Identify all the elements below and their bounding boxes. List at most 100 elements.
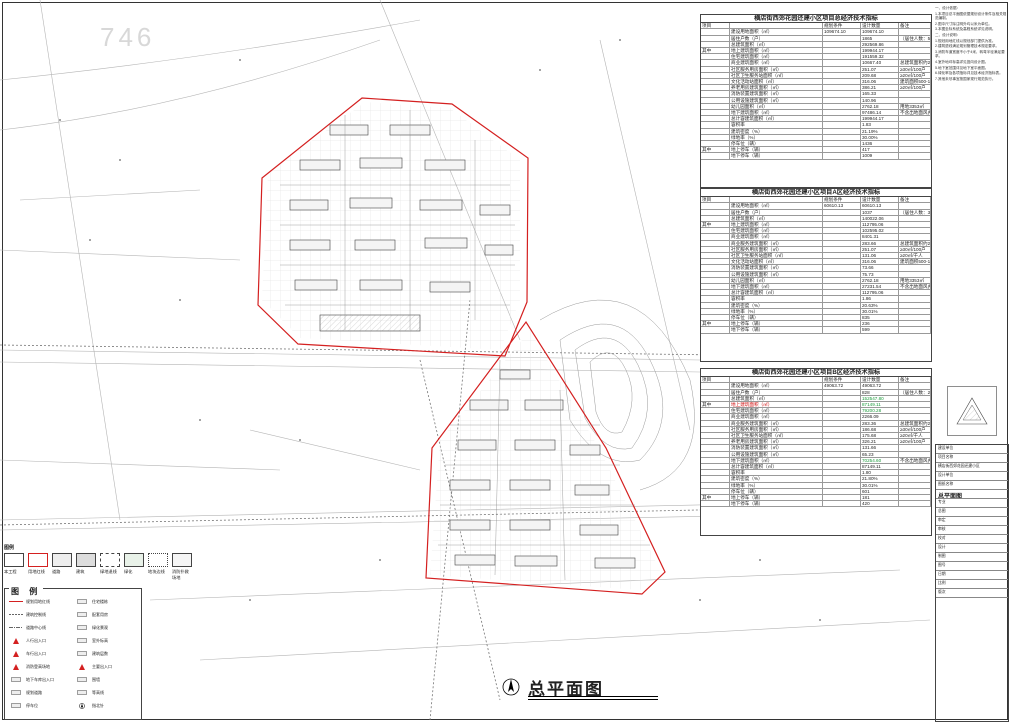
legend-item-label: 等高线 xyxy=(92,689,104,695)
table-cell xyxy=(701,79,730,85)
table-rows: 建设用地面积（㎡） 109674.10 109674.10 居住户数（户） 1865 （居… xyxy=(701,29,931,160)
table-cell: 其中 xyxy=(701,321,730,327)
table-cell xyxy=(701,482,730,488)
table-cell xyxy=(823,259,861,265)
table-cell: 181 xyxy=(861,495,899,501)
table-cell: 用地3353㎡ xyxy=(899,103,931,110)
table-cell xyxy=(823,321,861,327)
table-cell: 21.80% xyxy=(861,476,899,482)
table-cell xyxy=(701,445,730,451)
table-cell: 97486.14 xyxy=(861,110,899,116)
table-cell: 835 xyxy=(861,315,899,321)
table-cell xyxy=(899,321,931,327)
legend-label: 绿化 xyxy=(124,569,133,574)
table-cell: 其中 xyxy=(701,222,730,228)
table-cell: 总建筑面积（㎡） xyxy=(730,41,823,48)
table-cell xyxy=(701,265,730,271)
legend-symbol-icon xyxy=(75,663,89,670)
table-cell: 1037 xyxy=(861,209,899,215)
table-cell: 绿地率（%） xyxy=(730,134,823,141)
table-cell: 140.96 xyxy=(861,97,899,103)
table-cell xyxy=(701,72,730,79)
table-cell: 49063.72 xyxy=(823,383,861,389)
table-cell xyxy=(899,296,931,302)
table-header-cell xyxy=(730,197,823,203)
table-title: 横店街西郊花园还建小区项目B区经济技术指标 xyxy=(701,369,931,378)
table-header-cell: 备注 xyxy=(899,377,931,383)
table-cell xyxy=(701,203,730,209)
legend-symbol-icon xyxy=(75,612,89,617)
table-cell xyxy=(899,147,931,153)
table-cell: 养老用房建筑面积（㎡） xyxy=(730,439,823,445)
table-cell xyxy=(823,315,861,321)
table-cell xyxy=(701,439,730,445)
table-cell: 601 xyxy=(861,488,899,495)
legend-item-label: 车行出入口 xyxy=(26,650,46,656)
legend-item-label: 指北针 xyxy=(92,702,104,708)
table-cell: 251.07 xyxy=(861,246,899,253)
table-cell: 社区卫生服务站面积（㎡） xyxy=(730,72,823,79)
legend-item-label: 住宅楼栋 xyxy=(92,598,108,604)
table-header-cell: 备注 xyxy=(899,23,931,29)
table-cell: 75.73 xyxy=(861,271,899,277)
table-cell: 绿地率（%） xyxy=(730,482,823,488)
table-cell xyxy=(823,141,861,147)
table-cell: 其中 xyxy=(701,48,730,54)
table-header-cell: 项目 xyxy=(701,23,730,29)
table-cell xyxy=(899,203,931,209)
table-cell: 社区卫生服务站面积（㎡） xyxy=(730,253,823,259)
table-cell: 70254.60 xyxy=(861,457,899,464)
title-block-row: 设计单位 xyxy=(936,472,1008,481)
legend-item: 规划道路 xyxy=(9,688,71,697)
table-cell xyxy=(823,209,861,215)
table-row: 地下停车（辆） 420 xyxy=(701,501,931,508)
table-cell xyxy=(701,296,730,302)
legend-item: 人行出入口 xyxy=(9,636,71,645)
table-cell: 386.21 xyxy=(861,85,899,91)
table-cell: 社区服务用房面积（㎡） xyxy=(730,426,823,433)
table-cell: 幼儿园面积（㎡） xyxy=(730,103,823,110)
table-cell xyxy=(823,265,861,271)
table-cell: 容积率 xyxy=(730,470,823,476)
table-cell: 60610.13 xyxy=(861,203,899,209)
legend-strip-labels: 本工程 用地红线 道路 建筑 绿地退线 绿化 地块边线 消防扑救场地 xyxy=(4,569,194,581)
table-cell: 2762.18 xyxy=(861,103,899,110)
table-cell: 292569.86 xyxy=(861,41,899,48)
table-cell xyxy=(701,395,730,402)
legend-symbol xyxy=(52,553,72,567)
table-cell: 地上停车（辆） xyxy=(730,147,823,153)
title-block-row: 横店街西郊花园还建小区 xyxy=(936,463,1008,472)
table-cell xyxy=(899,402,931,408)
table-cell xyxy=(823,228,861,234)
table-cell xyxy=(823,246,861,253)
legend-item-label: 地下车库出入口 xyxy=(26,676,54,682)
table-cell: 建筑面积500-1000平方米/处 xyxy=(900,259,931,265)
note-line: 3.本图坐标系统及高程系统详见说明。 xyxy=(935,27,996,32)
table-cell xyxy=(823,445,861,451)
table-cell: 87149.11 xyxy=(861,464,899,470)
table-cell xyxy=(899,445,931,451)
legend-symbol-icon xyxy=(9,612,23,617)
table-cell xyxy=(899,215,931,222)
table-cell: 不含出地面风井及疏散楼 xyxy=(899,284,931,290)
table-cell xyxy=(899,501,931,507)
title-block-row: 建设单位 xyxy=(936,445,1008,454)
table-cell xyxy=(701,302,730,308)
table-cell: 地下建筑面积（㎡） xyxy=(730,284,823,290)
table-cell xyxy=(701,389,730,395)
table-cell: 1.83 xyxy=(861,122,899,128)
table-row: 地下停车（辆） 1009 xyxy=(701,153,931,160)
title-block-row: 日期 xyxy=(936,571,1008,580)
table-cell: 152547.80 xyxy=(861,395,899,402)
table-cell: 8401.31 xyxy=(861,234,899,240)
table-cell: 599 xyxy=(861,327,899,333)
table-cell: 65.23 xyxy=(861,451,899,457)
table-cell xyxy=(823,308,861,315)
table-cell: 公用设施建筑面积（㎡） xyxy=(730,271,823,277)
legend-symbol-icon xyxy=(75,651,89,656)
table-cell: 283.36 xyxy=(861,420,899,426)
table-cell: 地上建筑面积（㎡） xyxy=(730,48,823,54)
table-cell xyxy=(823,116,861,122)
title-block-row: 校对 xyxy=(936,535,1008,544)
table-cell: 绿地率（%） xyxy=(730,308,823,315)
